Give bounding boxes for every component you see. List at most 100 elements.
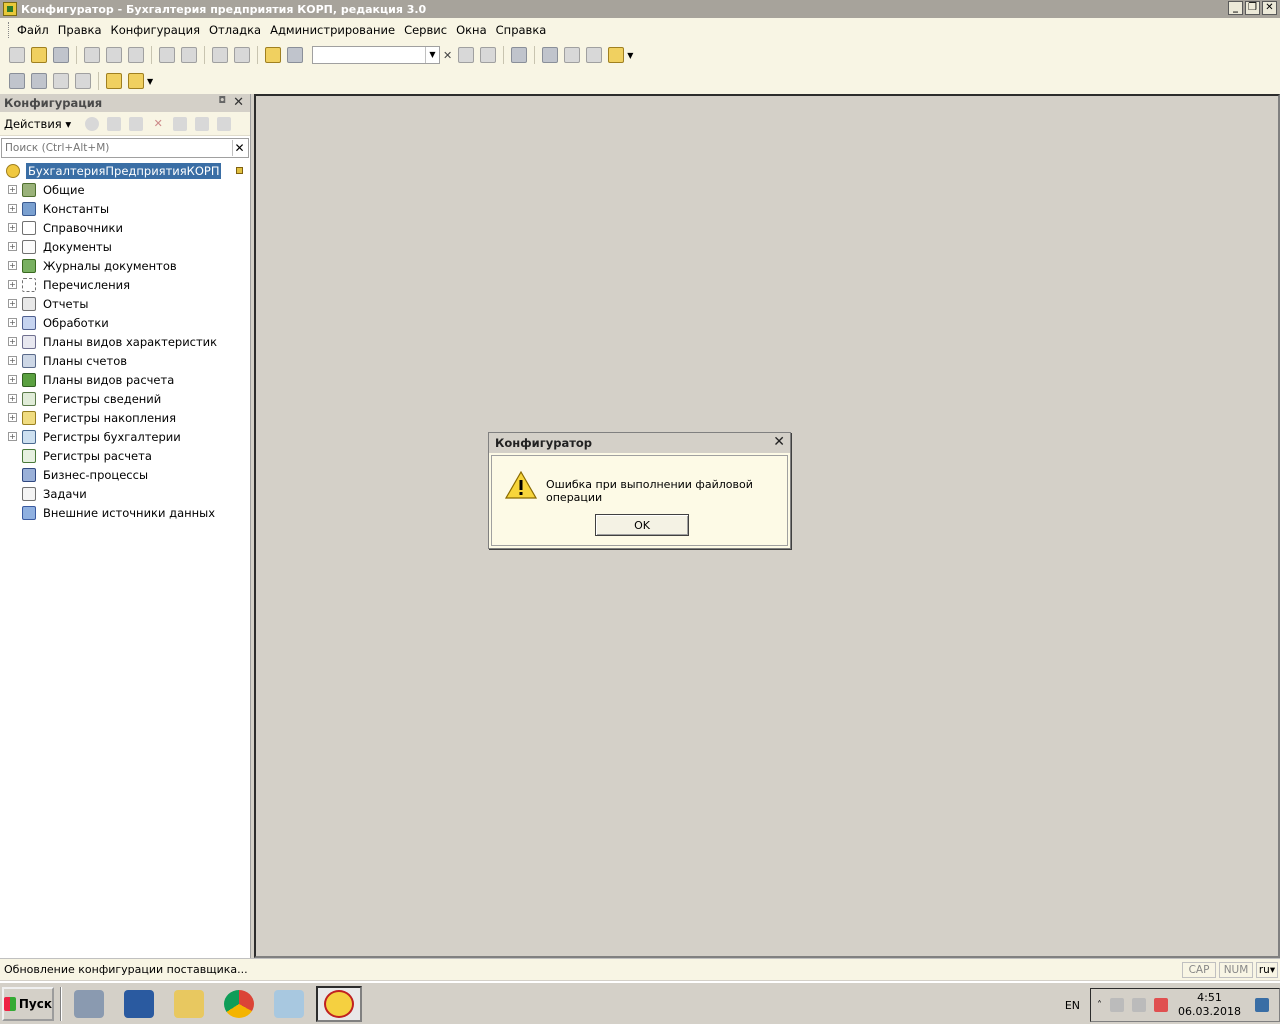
search-icon[interactable] [287,47,303,63]
start-debug-icon[interactable] [106,73,122,89]
tree-node[interactable]: + Документы [0,237,250,256]
expand-icon[interactable]: + [8,223,17,232]
sort-icon[interactable] [217,116,232,131]
print-icon[interactable] [159,47,175,63]
keyboard-language[interactable]: EN [1065,999,1080,1012]
tree-node[interactable]: + Регистры бухгалтерии [0,427,250,446]
table-icon[interactable] [75,73,91,89]
tree-node[interactable]: + Регистры сведений [0,389,250,408]
help-search-icon[interactable] [564,47,581,63]
menu-debug[interactable]: Отладка [209,23,261,37]
expand-icon[interactable]: + [8,375,17,384]
find-prev-icon[interactable] [480,47,497,63]
tree-node[interactable]: + Справочники [0,218,250,237]
tree-root[interactable]: БухгалтерияПредприятияКОРП [0,161,250,180]
menu-administration[interactable]: Администрирование [270,23,395,37]
tree-node[interactable]: + Журналы документов [0,256,250,275]
expand-icon[interactable]: + [8,185,17,194]
taskbar-chrome[interactable] [216,986,262,1022]
new-icon[interactable] [9,47,25,63]
chevron-down-icon[interactable]: ▼ [425,47,439,63]
find-next-icon[interactable] [458,47,475,63]
taskbar-1c[interactable] [316,985,362,1022]
clear-search-icon[interactable]: ✕ [443,49,452,62]
tree-search-input[interactable] [2,139,232,157]
expand-icon[interactable]: + [8,261,17,270]
expand-icon[interactable]: + [8,356,17,365]
undo-icon[interactable] [212,47,228,63]
tree-node[interactable]: + Перечисления [0,275,250,294]
show-desktop-icon[interactable] [1255,998,1269,1012]
expand-icon[interactable]: + [8,432,17,441]
run-mode-dropdown-icon[interactable]: ▼ [147,77,153,86]
restore-button[interactable]: ❐ [1245,1,1260,15]
dialog-close-icon[interactable]: ✕ [773,434,785,450]
tree-node[interactable]: + Планы счетов [0,351,250,370]
flag-icon[interactable] [1110,998,1125,1012]
toolbar-search-input[interactable]: ▼ [312,46,440,64]
menu-file[interactable]: Файл [17,23,49,37]
clear-tree-search-icon[interactable]: ✕ [232,140,246,156]
taskbar-powershell[interactable] [116,986,162,1022]
preview-icon[interactable] [181,47,197,63]
delete-icon[interactable]: ✕ [151,117,165,131]
expand-icon[interactable]: + [8,318,17,327]
tree-node[interactable]: Задачи [0,484,250,503]
minimize-button[interactable]: _ [1228,1,1243,15]
save-icon[interactable] [53,47,69,63]
toolbar-more-icon[interactable]: ▼ [627,51,633,60]
language-indicator[interactable]: ru▾ [1256,961,1278,978]
paste-icon[interactable] [128,47,144,63]
compare-icon[interactable] [31,73,47,89]
add-icon[interactable] [85,116,100,131]
config-window-icon[interactable] [9,73,25,89]
menu-edit[interactable]: Правка [58,23,102,37]
open-icon[interactable] [31,47,47,63]
windows-icon[interactable] [511,47,528,63]
expand-icon[interactable]: + [8,204,17,213]
database-icon[interactable] [53,73,69,89]
start-button[interactable]: Пуск [2,986,54,1021]
pin-icon[interactable]: ◘ [218,96,226,106]
clock[interactable]: 4:51 06.03.2018 [1178,991,1241,1019]
tree-node[interactable]: Внешние источники данных [0,503,250,522]
tree-node[interactable]: Регистры расчета [0,446,250,465]
taskbar-server-manager[interactable] [66,986,112,1022]
copy-item-icon[interactable] [129,116,144,131]
move-up-icon[interactable] [173,116,188,131]
info-icon[interactable] [608,47,625,63]
taskbar-notepad[interactable] [266,986,312,1022]
close-panel-icon[interactable]: ✕ [233,95,244,110]
run-mode-icon[interactable] [128,73,144,89]
tree-node[interactable]: + Общие [0,180,250,199]
menu-configuration[interactable]: Конфигурация [111,23,200,37]
expand-icon[interactable]: + [8,299,17,308]
menu-help[interactable]: Справка [496,23,547,37]
cut-icon[interactable] [84,47,100,63]
redo-icon[interactable] [234,47,250,63]
ok-button[interactable]: OK [595,514,689,536]
expand-icon[interactable]: + [8,280,17,289]
tree-node[interactable]: + Планы видов характеристик [0,332,250,351]
menu-service[interactable]: Сервис [404,23,447,37]
expand-icon[interactable]: + [8,242,17,251]
help-contents-icon[interactable] [586,47,603,63]
expand-icon[interactable]: + [8,413,17,422]
menu-windows[interactable]: Окна [456,23,487,37]
tree-node[interactable]: + Планы видов расчета [0,370,250,389]
edit-icon[interactable] [107,116,122,131]
copy-icon[interactable] [106,47,122,63]
syntax-helper-icon[interactable] [542,47,559,63]
tray-expand-icon[interactable]: ˄ [1097,1000,1102,1011]
tree-node[interactable]: Бизнес-процессы [0,465,250,484]
expand-icon[interactable]: + [8,394,17,403]
actions-menu[interactable]: Действия ▾ [4,117,71,131]
find-in-tree-icon[interactable] [265,47,281,63]
move-down-icon[interactable] [195,116,210,131]
tree-node[interactable]: + Обработки [0,313,250,332]
volume-muted-icon[interactable] [1154,998,1169,1012]
expand-icon[interactable]: + [8,337,17,346]
tree-node[interactable]: + Регистры накопления [0,408,250,427]
tree-node[interactable]: + Отчеты [0,294,250,313]
network-icon[interactable] [1132,998,1147,1012]
